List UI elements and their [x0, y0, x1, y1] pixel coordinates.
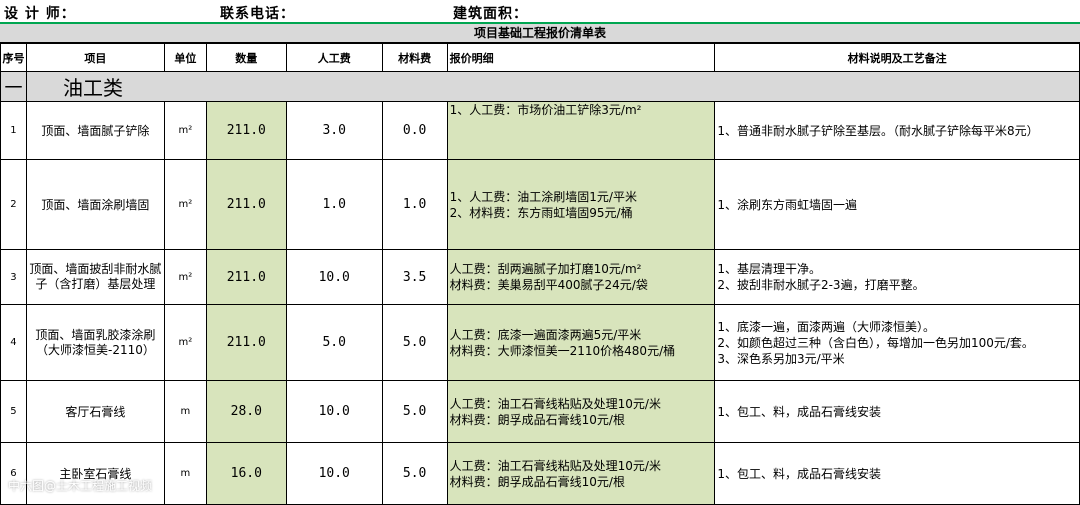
quote-table: 序号 项目 单位 数量 人工费 材料费 报价明细 材料说明及工艺备注 一 油工类… — [0, 43, 1080, 505]
row-material[interactable]: 3.5 — [381, 249, 448, 305]
row-item[interactable]: 主卧室石膏线 — [25, 442, 165, 505]
row-item[interactable]: 顶面、墙面乳胶漆涂刷（大师漆恒美-2110） — [25, 304, 165, 381]
row-labor[interactable]: 10.0 — [285, 442, 383, 505]
row-no[interactable]: 6 — [0, 442, 27, 505]
area-label: 建筑面积： — [453, 6, 528, 22]
col-header-item[interactable]: 项目 — [25, 43, 165, 72]
row-unit[interactable]: m² — [163, 304, 207, 381]
row-item[interactable]: 客厅石膏线 — [25, 380, 165, 443]
row-no[interactable]: 3 — [0, 249, 27, 305]
row-detail[interactable]: 人工费：底漆一遍面漆两遍5元/平米 材料费：大师漆恒美一2110价格480元/桶 — [446, 304, 716, 381]
row-qty[interactable]: 211.0 — [205, 159, 287, 250]
col-header-detail[interactable]: 报价明细 — [446, 43, 716, 72]
row-detail[interactable]: 人工费：油工石膏线粘贴及处理10元/米 材料费：朗孚成品石膏线10元/根 — [446, 442, 716, 505]
row-material[interactable]: 0.0 — [381, 101, 448, 160]
designer-label: 设 计 师： — [4, 6, 76, 22]
row-material[interactable]: 1.0 — [381, 159, 448, 250]
row-unit[interactable]: m² — [163, 159, 207, 250]
row-detail[interactable]: 1、人工费：市场价油工铲除3元/m² — [446, 101, 716, 160]
sheet-title: 项目基础工程报价清单表 — [0, 24, 1080, 43]
row-unit[interactable]: m — [163, 442, 207, 505]
row-material[interactable]: 5.0 — [381, 442, 448, 505]
row-qty[interactable]: 211.0 — [205, 101, 287, 160]
row-qty[interactable]: 211.0 — [205, 304, 287, 381]
row-qty[interactable]: 28.0 — [205, 380, 287, 443]
row-note[interactable]: 1、基层清理干净。 2、披刮非耐水腻子2-3遍，打磨平整。 — [714, 249, 1080, 305]
watermark: 中六图@土木工程施工视频 — [8, 479, 153, 493]
phone-label: 联系电话： — [220, 6, 295, 22]
row-item[interactable]: 顶面、墙面涂刷墙固 — [25, 159, 165, 250]
row-unit[interactable]: m² — [163, 101, 207, 160]
column-header-row: 序号 项目 单位 数量 人工费 材料费 报价明细 材料说明及工艺备注 — [0, 43, 1080, 72]
table-row: 1 顶面、墙面腻子铲除 m² 211.0 3.0 0.0 1、人工费：市场价油工… — [0, 101, 1080, 160]
section-row: 一 油工类 — [0, 71, 1080, 102]
col-header-material[interactable]: 材料费 — [381, 43, 448, 72]
section-index[interactable]: 一 — [0, 71, 27, 102]
row-material[interactable]: 5.0 — [381, 304, 448, 381]
row-unit[interactable]: m² — [163, 249, 207, 305]
row-detail[interactable]: 人工费：油工石膏线粘贴及处理10元/米 材料费：朗孚成品石膏线10元/根 — [446, 380, 716, 443]
row-note[interactable]: 1、底漆一遍，面漆两遍（大师漆恒美）。 2、如颜色超过三种（含白色），每增加一色… — [714, 304, 1080, 381]
table-row: 6 主卧室石膏线 m 16.0 10.0 5.0 人工费：油工石膏线粘贴及处理1… — [0, 442, 1080, 505]
row-labor[interactable]: 10.0 — [285, 380, 383, 443]
table-row: 4 顶面、墙面乳胶漆涂刷（大师漆恒美-2110） m² 211.0 5.0 5.… — [0, 304, 1080, 381]
row-no[interactable]: 5 — [0, 380, 27, 443]
row-detail[interactable]: 1、人工费：油工涂刷墙固1元/平米 2、材料费：东方雨虹墙固95元/桶 — [446, 159, 716, 250]
row-labor[interactable]: 5.0 — [285, 304, 383, 381]
col-header-qty[interactable]: 数量 — [205, 43, 287, 72]
row-material[interactable]: 5.0 — [381, 380, 448, 443]
row-note[interactable]: 1、包工、料，成品石膏线安装 — [714, 380, 1080, 443]
row-no[interactable]: 2 — [0, 159, 27, 250]
row-labor[interactable]: 3.0 — [285, 101, 383, 160]
table-row: 3 顶面、墙面披刮非耐水腻子（含打磨）基层处理 m² 211.0 10.0 3.… — [0, 249, 1080, 305]
row-labor[interactable]: 1.0 — [285, 159, 383, 250]
row-note[interactable]: 1、普通非耐水腻子铲除至基层。（耐水腻子铲除每平米8元） — [714, 101, 1080, 160]
table-row: 5 客厅石膏线 m 28.0 10.0 5.0 人工费：油工石膏线粘贴及处理10… — [0, 380, 1080, 443]
header-line: 设 计 师： 联系电话： 建筑面积： — [0, 0, 1080, 24]
row-qty[interactable]: 16.0 — [205, 442, 287, 505]
col-header-unit[interactable]: 单位 — [163, 43, 207, 72]
section-name[interactable]: 油工类 — [25, 71, 1080, 102]
col-header-no[interactable]: 序号 — [0, 43, 27, 72]
row-no[interactable]: 4 — [0, 304, 27, 381]
col-header-labor[interactable]: 人工费 — [285, 43, 383, 72]
row-item[interactable]: 顶面、墙面腻子铲除 — [25, 101, 165, 160]
col-header-note[interactable]: 材料说明及工艺备注 — [714, 43, 1080, 72]
table-row: 2 顶面、墙面涂刷墙固 m² 211.0 1.0 1.0 1、人工费：油工涂刷墙… — [0, 159, 1080, 250]
row-labor[interactable]: 10.0 — [285, 249, 383, 305]
row-detail[interactable]: 人工费：刮两遍腻子加打磨10元/m² 材料费：美巢易刮平400腻子24元/袋 — [446, 249, 716, 305]
row-unit[interactable]: m — [163, 380, 207, 443]
row-no[interactable]: 1 — [0, 101, 27, 160]
row-note[interactable]: 1、包工、料，成品石膏线安装 — [714, 442, 1080, 505]
row-item[interactable]: 顶面、墙面披刮非耐水腻子（含打磨）基层处理 — [25, 249, 165, 305]
row-note[interactable]: 1、涂刷东方雨虹墙固一遍 — [714, 159, 1080, 250]
row-qty[interactable]: 211.0 — [205, 249, 287, 305]
